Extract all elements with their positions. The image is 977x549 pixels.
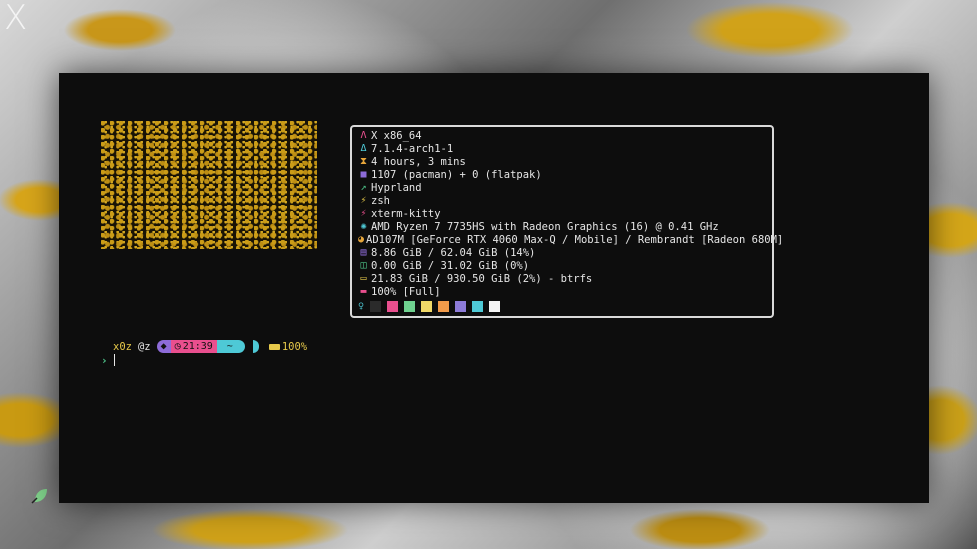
prompt-chevron: › bbox=[101, 353, 108, 367]
penguin-icon: ◆ bbox=[160, 341, 167, 352]
sysinfo-row: ⚡ xterm-kitty bbox=[358, 207, 766, 220]
hourglass-icon: ⧗ bbox=[359, 156, 368, 167]
sysinfo-row: Λ X x86_64 bbox=[358, 129, 766, 142]
palette-swatch bbox=[489, 300, 501, 312]
sysinfo-value: 8.86 GiB / 62.04 GiB (14%) bbox=[371, 246, 536, 259]
swap-icon: ◫ bbox=[360, 260, 367, 271]
sysinfo-value: 21.83 GiB / 930.50 GiB (2%) - btrfs bbox=[371, 272, 593, 285]
sysinfo-row: ▬ 100% [Full] bbox=[358, 285, 766, 298]
sysinfo-row: ✺ AMD Ryzen 7 7735HS with Radeon Graphics… bbox=[358, 220, 766, 233]
corner-logo: X bbox=[4, 0, 28, 38]
terminal-window[interactable]: ΛX x86_64 Δ 7.1.4-arch1-1 ⧗ 4 hours, 3 mins ■… bbox=[59, 73, 929, 503]
kernel-icon: Δ bbox=[360, 143, 367, 154]
bulb-icon: ♀ bbox=[358, 300, 365, 312]
sysinfo-value: 7.1.4-arch1-1 bbox=[371, 142, 454, 155]
palette-swatch bbox=[438, 300, 450, 312]
sysinfo-row: ◕ AD107M [GeForce RTX 4060 Max-Q / Mobile… bbox=[358, 233, 783, 246]
sysinfo-row: ⧗ 4 hours, 3 mins bbox=[358, 155, 766, 168]
palette-swatch bbox=[421, 300, 433, 312]
sysinfo-value: 0.00 GiB / 31.02 GiB (0%) bbox=[371, 259, 530, 272]
prompt-host: @z bbox=[137, 340, 151, 353]
sysinfo-value: Hyprland bbox=[371, 181, 422, 194]
prompt-time: 21:39 bbox=[182, 341, 213, 352]
sysinfo-value: AMD Ryzen 7 7735HS with Radeon Graphics … bbox=[371, 220, 719, 233]
palette-swatch bbox=[404, 300, 416, 312]
sysinfo-row: ⚡ zsh bbox=[358, 194, 766, 207]
palette-swatch bbox=[387, 300, 399, 312]
palette-swatch bbox=[472, 300, 484, 312]
prompt-line: x0z @z ◆ ◷ 21:39 ~ 100% bbox=[113, 339, 307, 354]
prompt-dir: ~ bbox=[226, 341, 233, 352]
prompt-battery-value: 100% bbox=[281, 340, 308, 353]
sysinfo-value: xterm-kitty bbox=[371, 207, 441, 220]
sysinfo-row: ↗ Hyprland bbox=[358, 181, 766, 194]
sysinfo-row: ■ 1107 (pacman) + 0 (flatpak) bbox=[358, 168, 766, 181]
prompt-segment-dir: ~ bbox=[216, 340, 245, 353]
sysinfo-value: 100% [Full] bbox=[371, 285, 441, 298]
window-manager-icon: ↗ bbox=[360, 182, 367, 193]
disk-icon: ▭ bbox=[360, 273, 367, 284]
package-icon: ■ bbox=[360, 169, 367, 180]
terminal-icon: ⚡ bbox=[360, 208, 367, 219]
sysinfo-box: ΛX x86_64 Δ 7.1.4-arch1-1 ⧗ 4 hours, 3 mins ■… bbox=[350, 125, 783, 318]
battery-icon: ▬ bbox=[360, 286, 367, 297]
arch-icon: Λ bbox=[360, 130, 367, 141]
prompt-segment-end bbox=[252, 340, 259, 353]
clock-icon: ◷ bbox=[174, 341, 181, 352]
palette-swatch bbox=[455, 300, 467, 312]
sysinfo-value: 4 hours, 3 mins bbox=[371, 155, 466, 168]
battery-icon bbox=[268, 343, 280, 350]
cpu-icon: ✺ bbox=[360, 221, 367, 232]
sysinfo-row: ▭ 21.83 GiB / 930.50 GiB (2%) - btrfs bbox=[358, 272, 766, 285]
shell-icon: ⚡ bbox=[360, 195, 367, 206]
text-cursor bbox=[113, 354, 115, 366]
sysinfo-row: ▤ 8.86 GiB / 62.04 GiB (14%) bbox=[358, 246, 766, 259]
gpu-icon: ◕ bbox=[358, 234, 365, 245]
prompt-battery: 100% bbox=[268, 340, 308, 353]
palette-swatch bbox=[370, 300, 382, 312]
prompt-user: x0z bbox=[113, 340, 132, 353]
sysinfo-row: ◫ 0.00 GiB / 31.02 GiB (0%) bbox=[358, 259, 766, 272]
sysinfo-value: 1107 (pacman) + 0 (flatpak) bbox=[371, 168, 542, 181]
prompt-segment-os: ◆ bbox=[156, 340, 171, 353]
sysinfo-value: zsh bbox=[371, 194, 390, 207]
leaf-icon bbox=[31, 489, 47, 504]
prompt-segment-time: ◷ 21:39 bbox=[170, 340, 217, 353]
memory-icon: ▤ bbox=[360, 247, 367, 258]
sysinfo-value: AD107M [GeForce RTX 4060 Max-Q / Mobile]… bbox=[366, 233, 784, 246]
sysinfo-value: X x86_64 bbox=[371, 129, 422, 142]
color-palette: ♀ bbox=[358, 298, 766, 314]
sysinfo-row: Δ 7.1.4-arch1-1 bbox=[358, 142, 766, 155]
input-line[interactable]: › bbox=[101, 353, 115, 367]
fastfetch-logo-image bbox=[101, 121, 317, 249]
